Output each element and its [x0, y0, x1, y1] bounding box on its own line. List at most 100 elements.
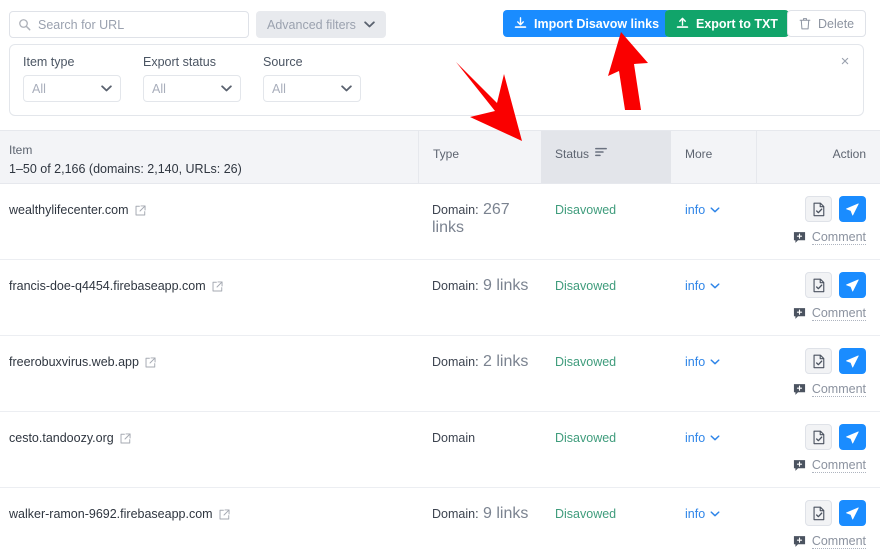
disavow-table: Item 1–50 of 2,166 (domains: 2,140, URLs…	[0, 130, 880, 560]
cell-status: Disavowed	[541, 412, 671, 487]
cell-action: Comment	[756, 488, 880, 560]
send-button[interactable]	[839, 348, 866, 374]
filter-label-item-type: Item type	[23, 55, 75, 69]
comment-button[interactable]: Comment	[793, 458, 866, 473]
column-header-more[interactable]: More	[671, 131, 756, 183]
trash-icon	[799, 18, 811, 30]
table-row[interactable]: freerobuxvirus.web.app Domain: 2 links Dis…	[0, 336, 880, 412]
filter-label-source: Source	[263, 55, 303, 69]
item-link[interactable]: walker-ramon-9692.firebaseapp.com	[9, 507, 230, 521]
send-button[interactable]	[839, 196, 866, 222]
item-link[interactable]: freerobuxvirus.web.app	[9, 355, 156, 369]
type-label: Domain:	[432, 507, 479, 521]
status-badge: Disavowed	[555, 431, 617, 445]
action-buttons	[805, 424, 866, 450]
export-to-txt-button[interactable]: Export to TXT	[665, 10, 789, 37]
info-dropdown[interactable]: info	[685, 507, 720, 521]
document-check-button[interactable]	[805, 348, 832, 374]
cell-action: Comment	[756, 184, 880, 259]
item-link[interactable]: wealthylifecenter.com	[9, 203, 146, 217]
import-label: Import Disavow links	[534, 16, 660, 31]
send-icon	[846, 203, 859, 215]
info-dropdown[interactable]: info	[685, 355, 720, 369]
add-comment-icon	[793, 232, 805, 243]
filter-group-item-type: Item type All	[23, 55, 121, 102]
external-link-icon	[145, 356, 156, 367]
comment-button[interactable]: Comment	[793, 534, 866, 549]
chevron-down-icon	[710, 283, 720, 289]
top-toolbar: Advanced filters Import Disavow links Ex…	[0, 0, 880, 41]
info-dropdown[interactable]: info	[685, 203, 720, 217]
cell-item: cesto.tandoozy.org	[0, 412, 418, 487]
table-row[interactable]: walker-ramon-9692.firebaseapp.com Domain:…	[0, 488, 880, 560]
item-type-select[interactable]: All	[23, 75, 121, 102]
export-status-select[interactable]: All	[143, 75, 241, 102]
table-row[interactable]: cesto.tandoozy.org Domain Disavowed info Co…	[0, 412, 880, 488]
column-header-status[interactable]: Status	[541, 131, 671, 183]
cell-more: info	[671, 488, 756, 560]
send-icon	[846, 279, 859, 291]
add-comment-icon	[793, 536, 805, 547]
comment-button[interactable]: Comment	[793, 306, 866, 321]
filter-panel: Item type All Export status All Source A…	[9, 44, 864, 116]
filter-group-export-status: Export status All	[143, 55, 241, 102]
cell-type: Domain: 2 links	[418, 336, 541, 411]
cell-status: Disavowed	[541, 184, 671, 259]
advanced-filters-button[interactable]: Advanced filters	[256, 11, 386, 38]
result-count-text: 1–50 of 2,166 (domains: 2,140, URLs: 26)	[9, 162, 242, 176]
document-check-button[interactable]	[805, 196, 832, 222]
info-label: info	[685, 279, 706, 293]
source-select[interactable]: All	[263, 75, 361, 102]
chevron-down-icon	[710, 435, 720, 441]
cell-status: Disavowed	[541, 260, 671, 335]
import-icon	[514, 17, 527, 28]
type-count: 9 links	[483, 505, 529, 522]
document-check-button[interactable]	[805, 272, 832, 298]
item-label: wealthylifecenter.com	[9, 203, 129, 217]
table-row[interactable]: wealthylifecenter.com Domain: 267 links Di…	[0, 184, 880, 260]
comment-button[interactable]: Comment	[793, 230, 866, 245]
table-header-row: Item 1–50 of 2,166 (domains: 2,140, URLs…	[0, 130, 880, 184]
status-badge: Disavowed	[555, 279, 617, 293]
document-check-icon	[812, 430, 824, 444]
info-dropdown[interactable]: info	[685, 431, 720, 445]
import-disavow-links-button[interactable]: Import Disavow links	[503, 10, 671, 37]
info-label: info	[685, 203, 706, 217]
search-box[interactable]	[9, 11, 249, 38]
column-header-action: Action	[756, 131, 880, 183]
search-icon	[19, 19, 31, 31]
action-buttons	[805, 196, 866, 222]
info-dropdown[interactable]: info	[685, 279, 720, 293]
export-label: Export to TXT	[696, 16, 778, 31]
send-button[interactable]	[839, 500, 866, 526]
item-link[interactable]: francis-doe-q4454.firebaseapp.com	[9, 279, 223, 293]
chevron-down-icon	[341, 85, 352, 92]
table-body: wealthylifecenter.com Domain: 267 links Di…	[0, 184, 880, 560]
cell-action: Comment	[756, 336, 880, 411]
search-input[interactable]	[38, 17, 240, 32]
table-row[interactable]: francis-doe-q4454.firebaseapp.com Domain:…	[0, 260, 880, 336]
delete-button[interactable]: Delete	[787, 10, 867, 37]
info-label: info	[685, 355, 706, 369]
advanced-filters-label: Advanced filters	[267, 17, 356, 32]
cell-more: info	[671, 412, 756, 487]
comment-label: Comment	[811, 230, 866, 245]
filter-group-source: Source All	[263, 55, 361, 102]
document-check-button[interactable]	[805, 500, 832, 526]
item-link[interactable]: cesto.tandoozy.org	[9, 431, 131, 445]
add-comment-icon	[793, 384, 805, 395]
send-icon	[846, 507, 859, 519]
comment-label: Comment	[811, 458, 866, 473]
export-icon	[676, 17, 689, 28]
item-label: freerobuxvirus.web.app	[9, 355, 139, 369]
action-buttons	[805, 272, 866, 298]
column-header-type[interactable]: Type	[418, 131, 541, 183]
close-icon[interactable]: ×	[836, 53, 854, 71]
send-button[interactable]	[839, 424, 866, 450]
cell-action: Comment	[756, 412, 880, 487]
document-check-button[interactable]	[805, 424, 832, 450]
send-button[interactable]	[839, 272, 866, 298]
sort-filter-icon	[595, 147, 607, 157]
comment-label: Comment	[811, 306, 866, 321]
comment-button[interactable]: Comment	[793, 382, 866, 397]
